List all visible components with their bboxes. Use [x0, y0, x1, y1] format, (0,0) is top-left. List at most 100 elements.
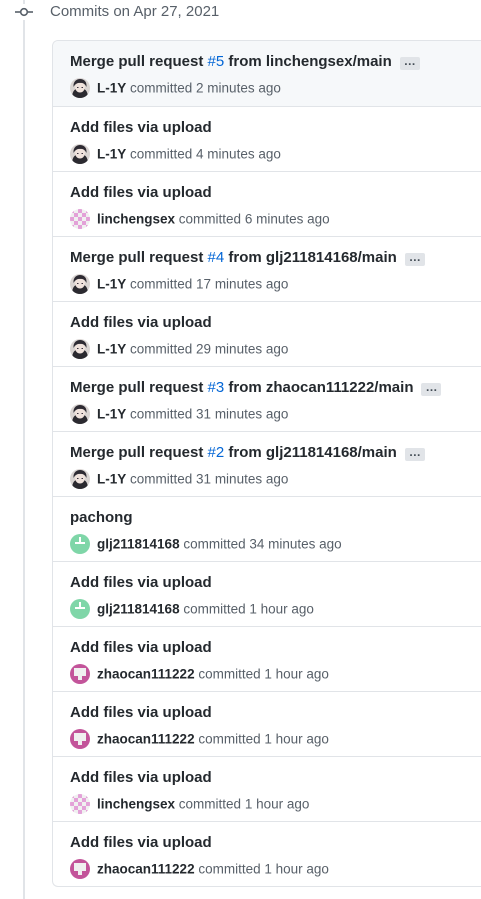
- commit-row: Add files via upload linchengsex committe…: [53, 756, 481, 821]
- pull-request-link[interactable]: #4: [208, 249, 225, 266]
- commit-title: Merge pull request #3 from zhaocan111222…: [70, 379, 442, 396]
- commit-time: committed 6 minutes ago: [178, 211, 330, 227]
- commit-row: Add files via upload linchengsex committe…: [53, 171, 481, 236]
- commit-title: Add files via upload: [70, 314, 212, 331]
- commit-title: Add files via upload: [70, 769, 212, 786]
- commit-message-link[interactable]: Add files via upload: [70, 314, 212, 331]
- commit-message-link[interactable]: Add files via upload: [70, 834, 212, 851]
- commit-author-link[interactable]: glj211814168: [97, 602, 180, 617]
- commit-title: Add files via upload: [70, 834, 212, 851]
- commit-author-link[interactable]: L-1Y: [97, 277, 126, 292]
- commit-meta: L-1Y committed 29 minutes ago: [70, 339, 288, 359]
- commit-row: Merge pull request #2 from glj211814168/…: [53, 431, 481, 496]
- commit-message-link[interactable]: Add files via upload: [70, 574, 212, 591]
- commit-message-link[interactable]: Add files via upload: [70, 704, 212, 721]
- magenta-identicon-icon[interactable]: [70, 859, 90, 879]
- commit-meta: linchengsex committed 1 hour ago: [70, 794, 309, 814]
- commit-message-link[interactable]: Merge pull request: [70, 444, 208, 461]
- pull-request-link[interactable]: #5: [208, 53, 225, 70]
- commit-author-link[interactable]: zhaocan111222: [97, 732, 195, 747]
- commit-author-link[interactable]: L-1Y: [97, 407, 126, 422]
- pink-identicon-icon[interactable]: [70, 209, 90, 229]
- magenta-identicon-icon[interactable]: [70, 729, 90, 749]
- commit-time: committed 29 minutes ago: [130, 341, 289, 357]
- commit-author-link[interactable]: zhaocan111222: [97, 862, 195, 877]
- commit-author-link[interactable]: linchengsex: [97, 212, 175, 227]
- commit-message-link[interactable]: Add files via upload: [70, 119, 212, 136]
- commit-time: committed 31 minutes ago: [130, 406, 289, 422]
- commit-time: committed 1 hour ago: [183, 601, 314, 617]
- commit-message-link[interactable]: Merge pull request: [70, 379, 208, 396]
- anime-avatar-icon[interactable]: [70, 274, 90, 294]
- commit-message-link[interactable]: Add files via upload: [70, 184, 212, 201]
- commit-meta: L-1Y committed 2 minutes ago: [70, 78, 281, 98]
- commit-author-link[interactable]: L-1Y: [97, 342, 126, 357]
- anime-avatar-icon[interactable]: [70, 404, 90, 424]
- commit-row: Add files via upload glj211814168 committ…: [53, 561, 481, 626]
- anime-avatar-icon[interactable]: [70, 469, 90, 489]
- commit-row: Add files via upload L-1Y committed 29 mi…: [53, 301, 481, 366]
- commit-title: Add files via upload: [70, 704, 212, 721]
- commit-message-link[interactable]: Add files via upload: [70, 639, 212, 656]
- commit-time: committed 2 minutes ago: [130, 80, 281, 96]
- commit-meta: L-1Y committed 31 minutes ago: [70, 469, 288, 489]
- commit-title: Add files via upload: [70, 574, 212, 591]
- commit-title: Add files via upload: [70, 184, 212, 201]
- anime-avatar-icon[interactable]: [70, 144, 90, 164]
- commit-row: pachong glj211814168 committed 34 minutes…: [53, 496, 481, 561]
- commit-time: committed 1 hour ago: [198, 731, 329, 747]
- git-commit-icon: [14, 4, 34, 20]
- commit-title: Merge pull request #5 from linchengsex/m…: [70, 53, 420, 70]
- commit-message-suffix[interactable]: from glj211814168/main: [224, 249, 396, 266]
- commit-time: committed 17 minutes ago: [130, 276, 289, 292]
- commit-message-link[interactable]: Merge pull request: [70, 53, 208, 70]
- commit-author-link[interactable]: L-1Y: [97, 81, 126, 96]
- commit-meta: linchengsex committed 6 minutes ago: [70, 209, 330, 229]
- commit-author-link[interactable]: L-1Y: [97, 472, 126, 487]
- commit-row: Add files via upload zhaocan111222 commit…: [53, 821, 481, 886]
- anime-avatar-icon[interactable]: [70, 339, 90, 359]
- pull-request-link[interactable]: #2: [208, 444, 225, 461]
- commit-title: pachong: [70, 509, 133, 526]
- expand-message-button[interactable]: …: [399, 55, 420, 70]
- commit-group-header: Commits on Apr 27, 2021: [0, 0, 481, 24]
- commit-row: Merge pull request #3 from zhaocan111222…: [53, 366, 481, 431]
- commit-meta: L-1Y committed 4 minutes ago: [70, 144, 281, 164]
- commit-list: Merge pull request #5 from linchengsex/m…: [52, 40, 481, 887]
- commit-time: committed 1 hour ago: [178, 796, 310, 812]
- commit-meta: glj211814168 committed 34 minutes ago: [70, 534, 342, 554]
- commit-meta: L-1Y committed 31 minutes ago: [70, 404, 288, 424]
- commit-title: Merge pull request #4 from glj211814168/…: [70, 249, 425, 266]
- commit-message-suffix[interactable]: from linchengsex/main: [224, 53, 391, 70]
- commit-author-link[interactable]: linchengsex: [97, 797, 175, 812]
- commit-message-link[interactable]: pachong: [70, 509, 133, 526]
- green-identicon-icon[interactable]: [70, 599, 90, 619]
- commit-title: Merge pull request #2 from glj211814168/…: [70, 444, 425, 461]
- commit-message-suffix[interactable]: from glj211814168/main: [224, 444, 396, 461]
- commit-time: committed 1 hour ago: [198, 861, 329, 877]
- commit-meta: zhaocan111222 committed 1 hour ago: [70, 664, 329, 684]
- commit-message-link[interactable]: Add files via upload: [70, 769, 212, 786]
- magenta-identicon-icon[interactable]: [70, 664, 90, 684]
- pink-identicon-icon[interactable]: [70, 794, 90, 814]
- commit-message-link[interactable]: Merge pull request: [70, 249, 208, 266]
- commit-author-link[interactable]: L-1Y: [97, 147, 126, 162]
- green-identicon-icon[interactable]: [70, 534, 90, 554]
- commit-author-link[interactable]: glj211814168: [97, 537, 180, 552]
- commit-time: committed 31 minutes ago: [130, 471, 289, 487]
- commit-title: Add files via upload: [70, 639, 212, 656]
- expand-message-button[interactable]: …: [421, 381, 442, 396]
- expand-message-button[interactable]: …: [404, 251, 425, 266]
- commit-row: Add files via upload zhaocan111222 commit…: [53, 691, 481, 756]
- commit-meta: zhaocan111222 committed 1 hour ago: [70, 729, 329, 749]
- expand-message-button[interactable]: …: [404, 446, 425, 461]
- commit-row: Merge pull request #5 from linchengsex/m…: [53, 41, 481, 106]
- commit-message-suffix[interactable]: from zhaocan111222/main: [224, 379, 413, 396]
- pull-request-link[interactable]: #3: [208, 379, 225, 396]
- commit-row: Merge pull request #4 from glj211814168/…: [53, 236, 481, 301]
- commit-time: committed 4 minutes ago: [130, 146, 281, 162]
- anime-avatar-icon[interactable]: [70, 78, 90, 98]
- commit-author-link[interactable]: zhaocan111222: [97, 667, 195, 682]
- commit-row: Add files via upload zhaocan111222 commit…: [53, 626, 481, 691]
- commit-time: committed 1 hour ago: [198, 666, 329, 682]
